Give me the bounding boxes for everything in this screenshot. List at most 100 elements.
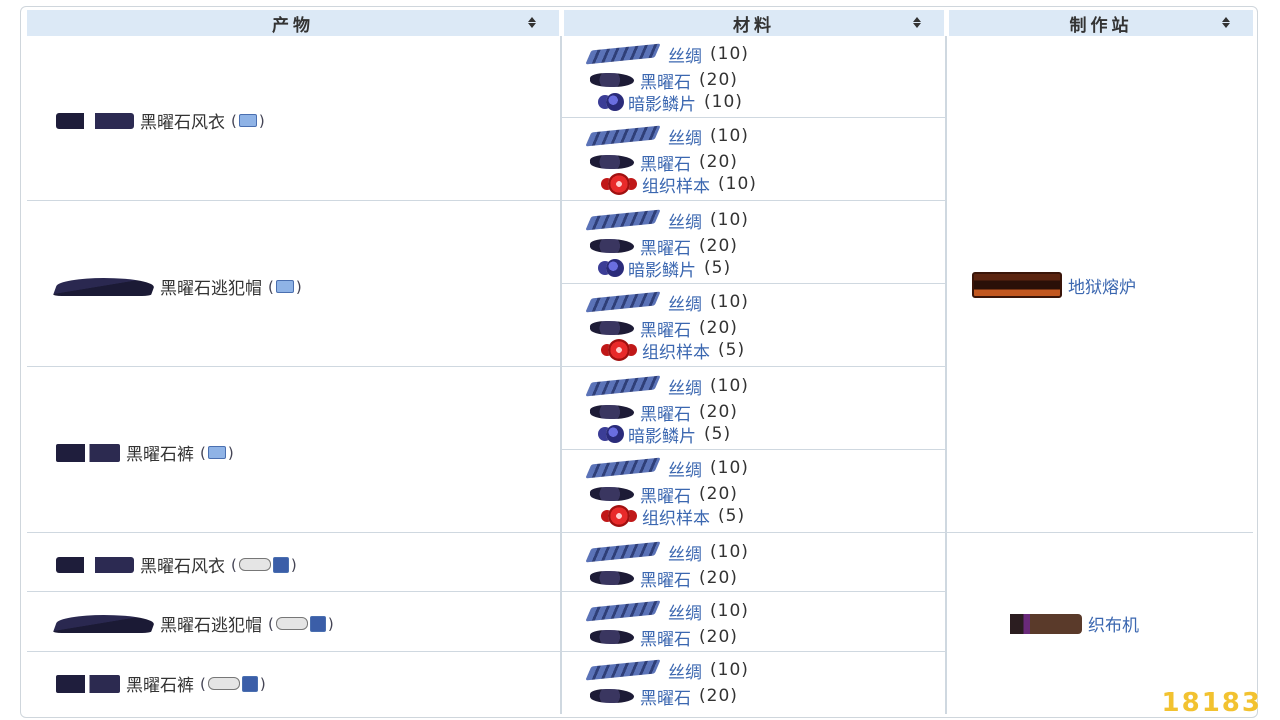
- site-watermark-logo: 18183: [1161, 688, 1262, 718]
- material-row[interactable]: 丝绸 (10): [585, 290, 749, 315]
- shadow-scale-icon: [606, 259, 624, 277]
- product-row[interactable]: 黑曜石裤 ( ): [56, 671, 266, 696]
- material-row[interactable]: 组织样本 (5): [590, 504, 745, 529]
- material-row[interactable]: 丝绸 (10): [585, 599, 749, 624]
- row-divider: [562, 117, 945, 118]
- material-qty: (10): [710, 458, 749, 478]
- sort-icon[interactable]: [1221, 17, 1231, 29]
- platform-badge: (): [268, 277, 302, 296]
- material-name[interactable]: 黑曜石: [640, 625, 691, 650]
- material-name[interactable]: 丝绸: [668, 124, 702, 149]
- obsidian-icon: [590, 689, 634, 703]
- silk-icon: [585, 375, 661, 397]
- material-qty: (5): [704, 258, 732, 278]
- product-row[interactable]: 黑曜石逃犯帽 ( ): [52, 611, 334, 636]
- row-divider: [27, 200, 945, 201]
- obsidian-hat-icon: [52, 614, 158, 633]
- material-name[interactable]: 组织样本: [642, 338, 710, 363]
- obsidian-icon: [590, 155, 634, 169]
- material-qty: (5): [718, 340, 746, 360]
- material-row[interactable]: 暗影鳞片 (5): [590, 422, 732, 447]
- material-name[interactable]: 组织样本: [642, 172, 710, 197]
- obsidian-icon: [590, 571, 634, 585]
- obsidian-coat-icon: [56, 556, 134, 573]
- platform-badge: ( ): [268, 614, 334, 633]
- material-name[interactable]: 丝绸: [668, 290, 702, 315]
- row-divider: [27, 532, 1253, 533]
- silk-icon: [585, 659, 661, 681]
- material-row[interactable]: 黑曜石 (20): [590, 317, 738, 341]
- material-name[interactable]: 丝绸: [668, 42, 702, 67]
- pc-icon: [275, 280, 294, 293]
- material-name[interactable]: 暗影鳞片: [628, 256, 696, 281]
- header-material-label: 材料: [733, 15, 775, 36]
- row-divider: [562, 283, 945, 284]
- material-row[interactable]: 丝绸 (10): [585, 124, 749, 149]
- material-row[interactable]: 丝绸 (10): [585, 208, 749, 233]
- material-qty: (10): [718, 174, 757, 194]
- product-row[interactable]: 黑曜石裤 (): [56, 440, 234, 465]
- material-row[interactable]: 组织样本 (10): [590, 172, 757, 197]
- material-qty: (20): [699, 568, 738, 588]
- sort-icon[interactable]: [912, 17, 922, 29]
- material-qty: (10): [710, 210, 749, 230]
- sort-icon[interactable]: [527, 17, 537, 29]
- material-name[interactable]: 丝绸: [668, 374, 702, 399]
- material-name[interactable]: 暗影鳞片: [628, 90, 696, 115]
- column-divider: [945, 36, 947, 714]
- product-name: 黑曜石风衣: [140, 113, 225, 133]
- silk-icon: [585, 291, 661, 313]
- material-row[interactable]: 黑曜石 (20): [590, 566, 738, 591]
- material-qty: (5): [704, 424, 732, 444]
- shadow-scale-icon: [606, 93, 624, 111]
- product-row[interactable]: 黑曜石风衣 (): [56, 108, 265, 133]
- material-name[interactable]: 丝绸: [668, 540, 702, 565]
- obsidian-icon: [590, 73, 634, 87]
- material-row[interactable]: 黑曜石 (20): [590, 69, 738, 93]
- material-row[interactable]: 黑曜石 (20): [590, 151, 738, 175]
- material-qty: (20): [699, 70, 738, 90]
- material-name[interactable]: 丝绸: [668, 456, 702, 481]
- material-row[interactable]: 丝绸 (10): [585, 456, 749, 481]
- material-qty: (10): [710, 601, 749, 621]
- product-name: 黑曜石风衣: [140, 557, 225, 577]
- header-product[interactable]: 产物: [27, 10, 559, 36]
- material-row[interactable]: 丝绸 (10): [585, 374, 749, 399]
- station-name[interactable]: 织布机: [1088, 611, 1139, 636]
- material-row[interactable]: 黑曜石 (20): [590, 483, 738, 507]
- material-qty: (10): [710, 660, 749, 680]
- material-row[interactable]: 丝绸 (10): [585, 42, 749, 67]
- material-qty: (10): [710, 292, 749, 312]
- material-row[interactable]: 丝绸 (10): [585, 540, 749, 565]
- material-qty: (20): [699, 152, 738, 172]
- material-row[interactable]: 暗影鳞片 (5): [590, 256, 732, 281]
- material-row[interactable]: 黑曜石 (20): [590, 401, 738, 425]
- material-row[interactable]: 黑曜石 (20): [590, 625, 738, 650]
- station-hellforge[interactable]: 地狱熔炉: [972, 272, 1136, 298]
- silk-icon: [585, 541, 661, 563]
- material-name[interactable]: 黑曜石: [640, 566, 691, 591]
- station-name[interactable]: 地狱熔炉: [1068, 273, 1136, 298]
- material-qty: (20): [699, 236, 738, 256]
- material-qty: (20): [699, 484, 738, 504]
- material-row[interactable]: 丝绸 (10): [585, 658, 749, 683]
- silk-icon: [585, 600, 661, 622]
- material-name[interactable]: 暗影鳞片: [628, 422, 696, 447]
- material-row[interactable]: 黑曜石 (20): [590, 235, 738, 259]
- material-qty: (10): [704, 92, 743, 112]
- material-name[interactable]: 黑曜石: [640, 684, 691, 709]
- hellforge-icon: [972, 272, 1062, 298]
- material-row[interactable]: 暗影鳞片 (10): [590, 90, 743, 115]
- header-material[interactable]: 材料: [564, 10, 944, 36]
- material-row[interactable]: 组织样本 (5): [590, 338, 746, 363]
- product-row[interactable]: 黑曜石风衣 ( ): [56, 552, 297, 577]
- row-divider: [27, 366, 945, 367]
- material-name[interactable]: 丝绸: [668, 658, 702, 683]
- header-station[interactable]: 制作站: [949, 10, 1253, 36]
- material-name[interactable]: 丝绸: [668, 599, 702, 624]
- product-row[interactable]: 黑曜石逃犯帽 (): [52, 274, 302, 299]
- station-loom[interactable]: 织布机: [992, 611, 1139, 636]
- material-name[interactable]: 丝绸: [668, 208, 702, 233]
- material-row[interactable]: 黑曜石 (20): [590, 684, 738, 709]
- material-name[interactable]: 组织样本: [642, 504, 710, 529]
